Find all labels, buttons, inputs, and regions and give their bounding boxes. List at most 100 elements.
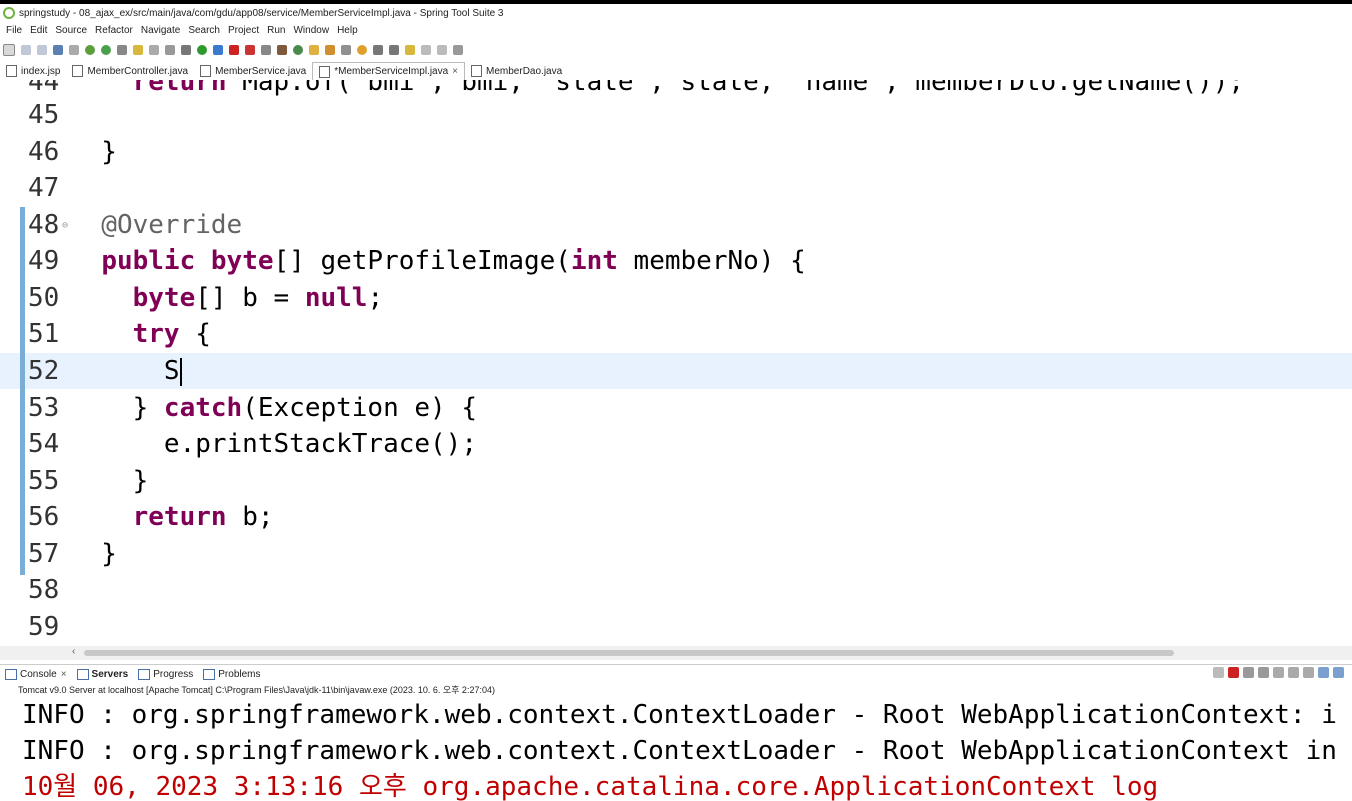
- remove-launch-icon[interactable]: [1243, 667, 1254, 678]
- code-line[interactable]: 48 @Override: [0, 207, 1352, 243]
- close-icon[interactable]: ×: [61, 669, 67, 680]
- tab-label: MemberController.java: [87, 65, 189, 77]
- tab-index-jsp[interactable]: index.jsp: [0, 62, 66, 80]
- show-whitespace-icon[interactable]: [165, 45, 175, 55]
- globe-icon[interactable]: [357, 45, 367, 55]
- tab-member-service[interactable]: MemberService.java: [194, 62, 312, 80]
- menu-help[interactable]: Help: [337, 25, 358, 36]
- scroll-left-icon[interactable]: ‹: [72, 646, 75, 657]
- code-line[interactable]: 58: [0, 572, 1352, 608]
- save-all-icon[interactable]: [37, 45, 47, 55]
- perspective-icon[interactable]: [453, 45, 463, 55]
- code-editor[interactable]: 44 return Map.of("bmi", bmi, "state", st…: [0, 80, 1352, 646]
- external-tools-icon[interactable]: [245, 45, 255, 55]
- menu-run[interactable]: Run: [267, 25, 285, 36]
- fold-collapse-icon[interactable]: ⊖: [62, 220, 68, 231]
- line-number: 57: [28, 539, 60, 569]
- close-icon[interactable]: ×: [452, 66, 458, 77]
- open-type-icon[interactable]: [309, 45, 319, 55]
- code-text: S: [70, 353, 182, 389]
- code-line[interactable]: 56 return b;: [0, 499, 1352, 535]
- block-selection-icon[interactable]: [149, 45, 159, 55]
- code-line[interactable]: 59: [0, 609, 1352, 645]
- stop-icon[interactable]: [229, 45, 239, 55]
- menu-navigate[interactable]: Navigate: [141, 25, 180, 36]
- menu-project[interactable]: Project: [228, 25, 259, 36]
- display-console-icon[interactable]: [1333, 667, 1344, 678]
- pin-icon[interactable]: [117, 45, 127, 55]
- menu-file[interactable]: File: [6, 25, 22, 36]
- menu-window[interactable]: Window: [293, 25, 329, 36]
- console-line: INFO : org.springframework.web.context.C…: [22, 736, 1337, 766]
- coverage-icon[interactable]: [213, 45, 223, 55]
- code-text: @Override: [70, 210, 243, 240]
- spring-start-icon[interactable]: [85, 45, 95, 55]
- code-line[interactable]: 51 try {: [0, 316, 1352, 352]
- code-line[interactable]: 45: [0, 97, 1352, 133]
- tab-progress[interactable]: Progress: [133, 668, 198, 680]
- tab-servers[interactable]: Servers: [72, 668, 134, 680]
- tab-label: Progress: [153, 668, 194, 680]
- terminate-icon[interactable]: [1228, 667, 1239, 678]
- next-annotation-icon[interactable]: [373, 45, 383, 55]
- console-process-label: Tomcat v9.0 Server at localhost [Apache …: [18, 685, 495, 695]
- editor-tab-bar: index.jsp MemberController.java MemberSe…: [0, 61, 1352, 81]
- servers-icon: [76, 668, 89, 680]
- tab-member-dao[interactable]: MemberDao.java: [465, 62, 568, 80]
- code-line[interactable]: 55 }: [0, 463, 1352, 499]
- code-line[interactable]: 53 } catch(Exception e) {: [0, 390, 1352, 426]
- back-icon[interactable]: [421, 45, 431, 55]
- code-line[interactable]: 47: [0, 170, 1352, 206]
- mark-occurrences-icon[interactable]: [133, 45, 143, 55]
- menu-source[interactable]: Source: [55, 25, 87, 36]
- java-file-icon: [319, 65, 331, 78]
- run-icon[interactable]: [197, 45, 207, 55]
- console-output[interactable]: INFO : org.springframework.web.context.C…: [0, 697, 1352, 801]
- menu-refactor[interactable]: Refactor: [95, 25, 133, 36]
- clear-console-icon[interactable]: [1273, 667, 1284, 678]
- save-icon[interactable]: [21, 45, 31, 55]
- refresh-icon[interactable]: [101, 45, 111, 55]
- scrollbar-thumb[interactable]: [84, 650, 1174, 656]
- code-text: byte[] b = null;: [132, 283, 384, 313]
- current-code-line[interactable]: 52 S: [0, 353, 1352, 389]
- typed-text: S: [70, 356, 180, 386]
- window-title: springstudy - 08_ajax_ex/src/main/java/c…: [19, 7, 504, 19]
- new-icon[interactable]: [3, 44, 15, 56]
- print-icon[interactable]: [53, 45, 63, 55]
- scroll-lock-icon[interactable]: [1288, 667, 1299, 678]
- tab-member-service-impl[interactable]: *MemberServiceImpl.java ×: [312, 61, 466, 81]
- new-class-icon[interactable]: [277, 45, 287, 55]
- code-line[interactable]: 57 }: [0, 536, 1352, 572]
- code-line[interactable]: 54 e.printStackTrace();: [0, 426, 1352, 462]
- tab-label: Console: [20, 668, 57, 680]
- skip-breakpoints-icon[interactable]: [69, 45, 79, 55]
- menu-edit[interactable]: Edit: [30, 25, 47, 36]
- menu-search[interactable]: Search: [188, 25, 220, 36]
- code-line[interactable]: 49 public byte[] getProfileImage(int mem…: [0, 243, 1352, 279]
- new-package-icon[interactable]: [293, 45, 303, 55]
- code-line[interactable]: 46 }: [0, 134, 1352, 170]
- previous-annotation-icon[interactable]: [389, 45, 399, 55]
- new-server-icon[interactable]: [261, 45, 271, 55]
- tab-problems[interactable]: Problems: [198, 668, 265, 680]
- launch-icon[interactable]: [1213, 667, 1224, 678]
- console-icon: [5, 668, 17, 680]
- forward-icon[interactable]: [437, 45, 447, 55]
- remove-all-icon[interactable]: [1258, 667, 1269, 678]
- line-number: 52: [28, 356, 60, 386]
- word-wrap-icon[interactable]: [1303, 667, 1314, 678]
- tab-member-controller[interactable]: MemberController.java: [66, 62, 194, 80]
- pin-console-icon[interactable]: [1318, 667, 1329, 678]
- line-number: 53: [28, 393, 60, 423]
- last-edit-icon[interactable]: [405, 45, 415, 55]
- search-icon[interactable]: [341, 45, 351, 55]
- menu-bar: File Edit Source Refactor Navigate Searc…: [0, 22, 1352, 38]
- code-line[interactable]: 50 byte[] b = null;: [0, 280, 1352, 316]
- editor-horizontal-scrollbar[interactable]: ‹: [0, 646, 1352, 660]
- tab-console[interactable]: Console ×: [0, 668, 72, 680]
- debug-icon[interactable]: [181, 45, 191, 55]
- open-task-icon[interactable]: [325, 45, 335, 55]
- console-toolbar: [1211, 667, 1346, 678]
- line-number: 58: [28, 575, 60, 605]
